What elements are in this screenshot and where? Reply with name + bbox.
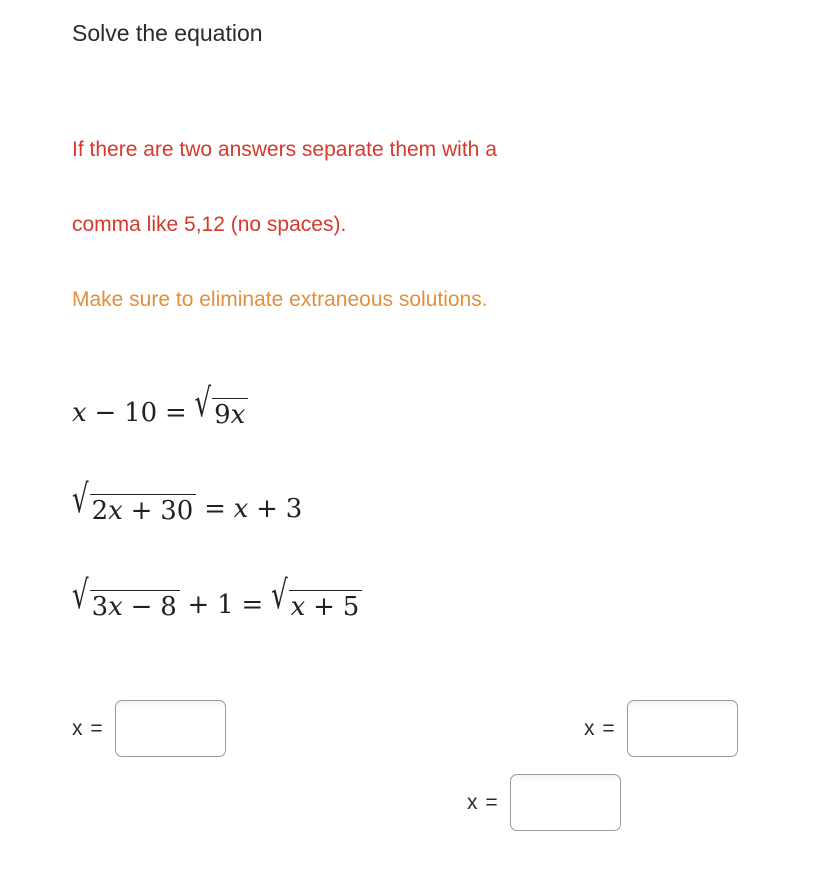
instructions-block: If there are two answers separate them w… bbox=[72, 112, 692, 337]
answer-label-1: x = bbox=[72, 716, 104, 740]
equation-2-radicand-number: 30 bbox=[160, 496, 194, 526]
equation-3-radical-left: √ 3x −8 bbox=[72, 577, 180, 622]
equation-3-radicand2-number: 5 bbox=[342, 592, 360, 622]
equation-2-rhs-variable: x bbox=[233, 494, 249, 524]
equation-1-lhs-number: 10 bbox=[124, 398, 158, 428]
equation-3-radicand2-variable: x bbox=[290, 592, 306, 622]
equation-1-radicand-coefficient: 9 bbox=[214, 400, 231, 430]
equation-3-radical-right: √ x +5 bbox=[271, 577, 363, 622]
equation-3-radicand-variable: x bbox=[108, 592, 123, 622]
equation-2-radicand-plus-operator: + bbox=[130, 496, 153, 526]
radical-sign-icon: √ bbox=[72, 573, 89, 619]
equation-2-radical: √ 2x +30 bbox=[72, 481, 197, 526]
answer-group-2: x = bbox=[584, 700, 738, 757]
radical-sign-icon: √ bbox=[194, 381, 212, 427]
equation-3-outer-plus-operator: + bbox=[187, 590, 210, 620]
equation-2-radicand: 2x +30 bbox=[89, 494, 197, 526]
answer-input-2[interactable] bbox=[626, 700, 738, 757]
equation-3-equals-sign: = bbox=[241, 590, 264, 620]
equation-1-radicand: 9x bbox=[212, 398, 249, 430]
equation-3-radicand-coefficient: 3 bbox=[91, 592, 109, 622]
equation-1-lhs-variable: x bbox=[72, 398, 87, 428]
equation-2-radicand-variable: x bbox=[108, 496, 123, 526]
instruction-line-3: Make sure to eliminate extraneous soluti… bbox=[72, 288, 488, 311]
answer-input-1[interactable] bbox=[114, 700, 226, 757]
equation-3-outer-number: 1 bbox=[217, 590, 234, 620]
equation-2-plus-operator: + bbox=[256, 494, 278, 524]
equation-3-radicand-number: 8 bbox=[160, 592, 177, 622]
instruction-line-2: comma like 5,12 (no spaces). bbox=[72, 213, 347, 236]
equation-1-radical: √ 9x bbox=[195, 385, 249, 430]
answer-group-3: x = bbox=[467, 774, 621, 831]
equation-3: √ 3x −8 + 1 = √ x +5 bbox=[72, 577, 363, 686]
equation-1-equals-sign: = bbox=[164, 398, 187, 428]
answer-label-3: x = bbox=[467, 790, 499, 814]
equation-1-minus-operator: − bbox=[94, 398, 117, 428]
equation-3-radicand-left: 3x −8 bbox=[89, 590, 180, 622]
radical-sign-icon: √ bbox=[72, 477, 89, 523]
equation-2-rhs-number: 3 bbox=[285, 494, 303, 524]
answer-input-3[interactable] bbox=[509, 774, 621, 831]
equation-1-radicand-variable: x bbox=[230, 400, 246, 430]
page-title: Solve the equation bbox=[72, 20, 263, 46]
equation-list: x − 10 = √ 9x √ 2x +30 = x + 3 √ 3x −8 +… bbox=[72, 385, 363, 686]
equation-2-radicand-coefficient: 2 bbox=[91, 496, 109, 526]
equation-2-equals-sign: = bbox=[204, 494, 226, 524]
radical-sign-icon: √ bbox=[271, 573, 288, 619]
instruction-line-1: If there are two answers separate them w… bbox=[72, 138, 497, 161]
answer-group-1: x = bbox=[72, 700, 226, 757]
equation-1: x − 10 = √ 9x bbox=[72, 385, 362, 494]
answer-label-2: x = bbox=[584, 716, 616, 740]
equation-3-radicand-minus-operator: − bbox=[130, 592, 153, 622]
equation-3-radicand-right: x +5 bbox=[288, 590, 363, 622]
equation-3-radicand2-plus-operator: + bbox=[313, 592, 335, 622]
equation-2: √ 2x +30 = x + 3 bbox=[72, 481, 362, 590]
